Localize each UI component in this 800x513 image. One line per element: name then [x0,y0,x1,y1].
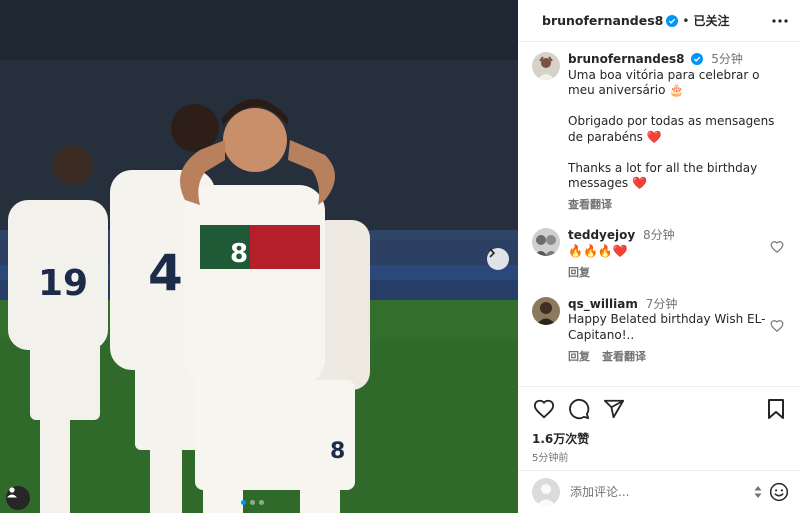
save-button[interactable] [764,397,788,421]
verified-badge-icon [691,53,704,65]
comment-text: Happy Belated birthday Wish EL-Capitano!… [568,312,766,342]
match-photo-illustration: 19 4 8 8 [0,0,518,513]
like-comment-heart-icon[interactable] [770,319,784,333]
comment-username[interactable]: teddyejoy [568,228,635,242]
likes-count[interactable]: 1.6万次赞 [532,430,788,447]
share-button[interactable] [602,397,626,421]
comment-time[interactable]: 7分钟 [646,297,678,311]
svg-text:8: 8 [230,239,248,269]
commenter-avatar-image [532,228,560,256]
avatar[interactable] [532,296,560,325]
caption-line-3: Thanks a lot for all the birthday messag… [568,160,758,191]
caption-username[interactable]: brunofernandes8 [568,52,685,66]
add-comment-bar [518,470,800,513]
see-translation-link[interactable]: 查看翻译 [602,349,646,365]
posted-time[interactable]: 5分钟前 [532,449,788,464]
carousel-dot [241,500,246,505]
see-translation-link[interactable]: 查看翻译 [568,197,612,213]
caption: brunofernandes8 5分钟 Uma boa vitória para… [532,52,788,212]
caption-time[interactable]: 5分钟 [711,52,743,66]
caption-line-1: Uma boa vitória para celebrar o meu aniv… [568,67,760,98]
commenter-avatar-image [532,296,560,325]
paper-plane-icon [603,399,625,419]
svg-text:8: 8 [330,439,345,464]
header-separator: • [682,13,690,28]
carousel-next-button[interactable] [487,248,509,270]
comment-time[interactable]: 8分钟 [643,228,675,242]
following-button[interactable]: 已关注 [693,12,729,29]
user-silhouette-icon [536,484,556,506]
comment-item: teddyejoy 8分钟 🔥🔥🔥❤️ 回复 [532,228,788,281]
more-horizontal-icon [772,18,788,23]
carousel-indicator [241,500,264,505]
sort-toggle[interactable] [754,485,764,499]
header-username[interactable]: brunofernandes8 [542,13,663,28]
tagged-users-button[interactable] [6,486,30,510]
avatar [532,478,560,506]
emoji-smile-icon [769,482,789,502]
comment-item: qs_william 7分钟 Happy Belated birthday Wi… [532,296,788,365]
caption-body: brunofernandes8 5分钟 Uma boa vitória para… [568,52,778,212]
like-comment-heart-icon[interactable] [770,240,784,254]
reply-button[interactable]: 回复 [568,265,590,281]
post-photo[interactable]: 19 4 8 8 [0,0,518,513]
comment-bubble-icon [569,398,590,420]
post-actions: 1.6万次赞 5分钟前 [518,386,800,466]
reply-button[interactable]: 回复 [568,349,590,365]
chevron-right-icon [489,248,495,258]
carousel-dot [250,500,255,505]
post-side-panel: brunofernandes8 • 已关注 brunofernandes8 5分… [518,0,800,513]
comment-username[interactable]: qs_william [568,297,638,311]
user-icon [7,487,17,498]
svg-text:19: 19 [38,263,88,304]
avatar[interactable] [532,52,560,80]
author-avatar-image [532,52,560,80]
comment-input[interactable] [570,485,750,499]
comment-body: teddyejoy 8分钟 🔥🔥🔥❤️ 回复 [568,228,778,281]
post-header: brunofernandes8 • 已关注 [518,0,800,42]
heart-icon [533,399,555,419]
like-button[interactable] [532,397,556,421]
avatar[interactable] [532,228,560,256]
emoji-picker-button[interactable] [768,481,790,503]
verified-badge-icon [666,14,679,27]
bookmark-icon [768,399,784,419]
up-down-arrows-icon [754,486,762,498]
carousel-dot [259,500,264,505]
comment-button[interactable] [567,397,591,421]
svg-text:4: 4 [148,244,183,302]
comments-list[interactable]: brunofernandes8 5分钟 Uma boa vitória para… [518,42,800,386]
caption-line-2: Obrigado por todas as mensagens de parab… [568,114,775,144]
comment-text: 🔥🔥🔥❤️ [568,243,628,258]
more-options-button[interactable] [770,11,790,31]
comment-body: qs_william 7分钟 Happy Belated birthday Wi… [568,297,778,365]
